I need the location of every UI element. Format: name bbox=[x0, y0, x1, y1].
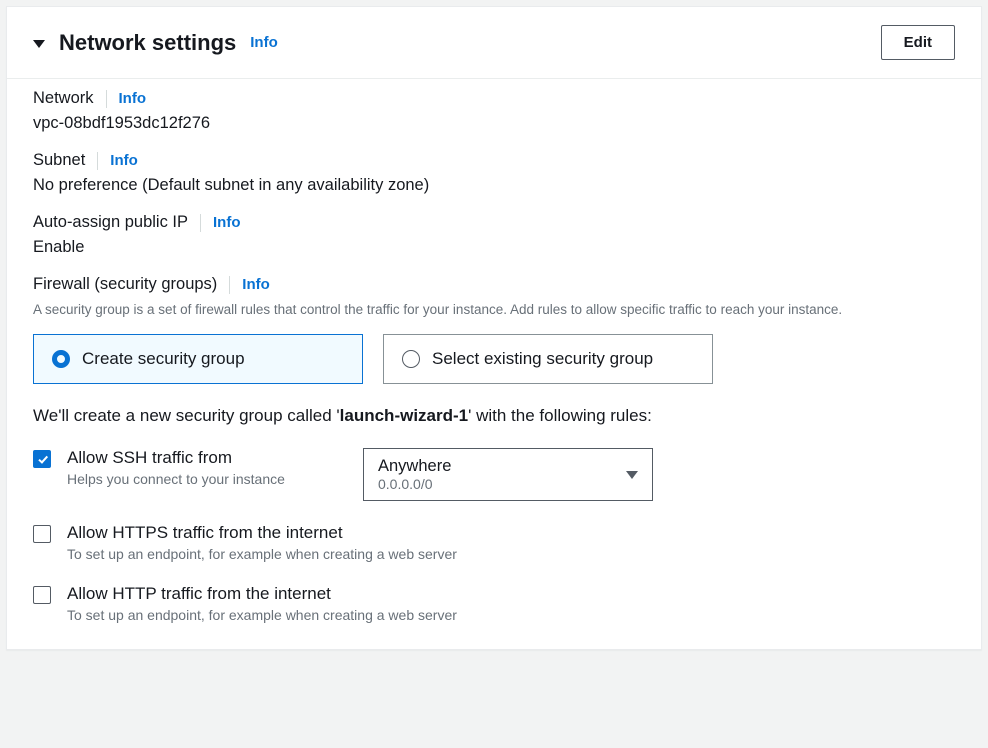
https-rule-desc: To set up an endpoint, for example when … bbox=[67, 546, 955, 562]
allow-ssh-checkbox[interactable] bbox=[33, 450, 51, 468]
header-info-link[interactable]: Info bbox=[250, 34, 278, 51]
public-ip-value: Enable bbox=[33, 238, 955, 257]
public-ip-label: Auto-assign public IP bbox=[33, 213, 188, 232]
divider bbox=[106, 90, 107, 108]
create-security-group-radio[interactable]: Create security group bbox=[33, 334, 363, 384]
network-settings-panel: Network settings Info Edit Network Info … bbox=[6, 6, 982, 650]
divider bbox=[97, 152, 98, 170]
radio-icon bbox=[402, 350, 420, 368]
security-group-radio-group: Create security group Select existing se… bbox=[33, 334, 955, 384]
network-field: Network Info vpc-08bdf1953dc12f276 bbox=[33, 89, 955, 133]
ssh-source-value: Anywhere bbox=[378, 457, 451, 476]
firewall-label: Firewall (security groups) bbox=[33, 275, 217, 294]
panel-header: Network settings Info Edit bbox=[7, 7, 981, 78]
firewall-field: Firewall (security groups) Info A securi… bbox=[33, 275, 955, 623]
collapse-caret-icon[interactable] bbox=[33, 40, 45, 48]
public-ip-field: Auto-assign public IP Info Enable bbox=[33, 213, 955, 257]
divider bbox=[229, 276, 230, 294]
security-group-note: We'll create a new security group called… bbox=[33, 406, 955, 426]
edit-button[interactable]: Edit bbox=[881, 25, 955, 60]
subnet-field: Subnet Info No preference (Default subne… bbox=[33, 151, 955, 195]
network-value: vpc-08bdf1953dc12f276 bbox=[33, 114, 955, 133]
sg-note-name: launch-wizard-1 bbox=[340, 406, 468, 425]
subnet-info-link[interactable]: Info bbox=[110, 152, 138, 169]
radio-icon bbox=[52, 350, 70, 368]
chevron-down-icon bbox=[626, 471, 638, 479]
firewall-desc: A security group is a set of firewall ru… bbox=[33, 300, 955, 320]
divider bbox=[200, 214, 201, 232]
panel-title: Network settings bbox=[59, 30, 236, 56]
subnet-value: No preference (Default subnet in any ava… bbox=[33, 176, 955, 195]
select-sg-label: Select existing security group bbox=[432, 349, 653, 369]
network-info-link[interactable]: Info bbox=[119, 90, 147, 107]
https-rule-label: Allow HTTPS traffic from the internet bbox=[67, 523, 955, 543]
check-icon bbox=[38, 453, 48, 463]
panel-title-group[interactable]: Network settings Info bbox=[33, 30, 278, 56]
firewall-info-link[interactable]: Info bbox=[242, 276, 270, 293]
select-security-group-radio[interactable]: Select existing security group bbox=[383, 334, 713, 384]
http-rule-label: Allow HTTP traffic from the internet bbox=[67, 584, 955, 604]
allow-http-checkbox[interactable] bbox=[33, 586, 51, 604]
subnet-label: Subnet bbox=[33, 151, 85, 170]
public-ip-info-link[interactable]: Info bbox=[213, 214, 241, 231]
https-rule-row: Allow HTTPS traffic from the internet To… bbox=[33, 523, 955, 562]
http-rule-desc: To set up an endpoint, for example when … bbox=[67, 607, 955, 623]
network-label: Network bbox=[33, 89, 94, 108]
sg-note-suffix: ' with the following rules: bbox=[468, 406, 652, 425]
ssh-rule-row: Allow SSH traffic from Helps you connect… bbox=[33, 448, 955, 501]
ssh-rule-label: Allow SSH traffic from bbox=[67, 448, 347, 468]
create-sg-label: Create security group bbox=[82, 349, 245, 369]
sg-note-prefix: We'll create a new security group called… bbox=[33, 406, 340, 425]
panel-body: Network Info vpc-08bdf1953dc12f276 Subne… bbox=[7, 78, 981, 649]
http-rule-row: Allow HTTP traffic from the internet To … bbox=[33, 584, 955, 623]
ssh-rule-desc: Helps you connect to your instance bbox=[67, 471, 347, 487]
allow-https-checkbox[interactable] bbox=[33, 525, 51, 543]
ssh-source-detail: 0.0.0.0/0 bbox=[378, 476, 451, 492]
ssh-source-select[interactable]: Anywhere 0.0.0.0/0 bbox=[363, 448, 653, 501]
